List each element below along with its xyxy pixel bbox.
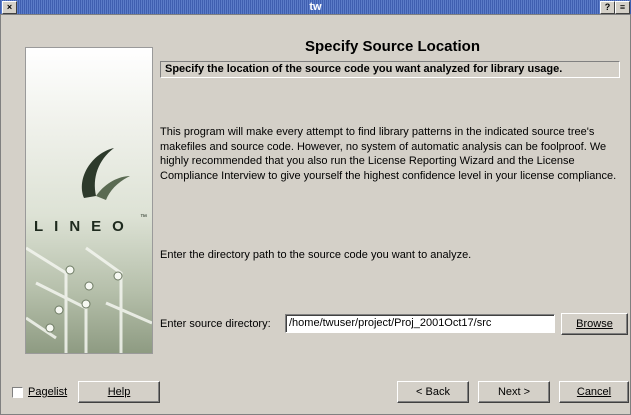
browse-button-label: Browse [576,318,613,330]
directory-prompt: Enter the directory path to the source c… [160,249,472,261]
browse-button[interactable]: Browse [561,313,628,335]
window-title: tw [309,1,322,13]
description-text: This program will make every attempt to … [160,126,617,182]
help-icon[interactable]: ? [600,1,615,14]
pagelist-label[interactable]: Pagelist [28,386,67,398]
pagelist-checkbox[interactable] [12,387,23,398]
lineo-logo-text: LINEO [34,218,135,235]
circuit-graphic [26,148,152,353]
page-subtitle: Specify the location of the source code … [160,61,620,78]
source-directory-input[interactable]: /home/twuser/project/Proj_2001Oct17/src [285,314,555,333]
cancel-button-label: Cancel [576,386,612,398]
help-button-label: Help [107,386,131,398]
back-button[interactable]: < Back [397,381,469,403]
cancel-button[interactable]: Cancel [559,381,629,403]
lineo-swoosh-icon [81,148,130,200]
help-button[interactable]: Help [78,381,160,403]
menu-icon[interactable]: ≡ [615,1,630,14]
title-bar[interactable]: × tw ? ≡ [0,0,631,14]
sidebar-image: LINEO ™ [25,47,153,354]
trademark-mark: ™ [140,214,147,221]
source-directory-label: Enter source directory: [160,318,271,330]
back-button-label: < Back [416,386,450,398]
next-button-label: Next > [497,386,531,398]
page-title: Specify Source Location [304,38,481,55]
next-button[interactable]: Next > [478,381,550,403]
